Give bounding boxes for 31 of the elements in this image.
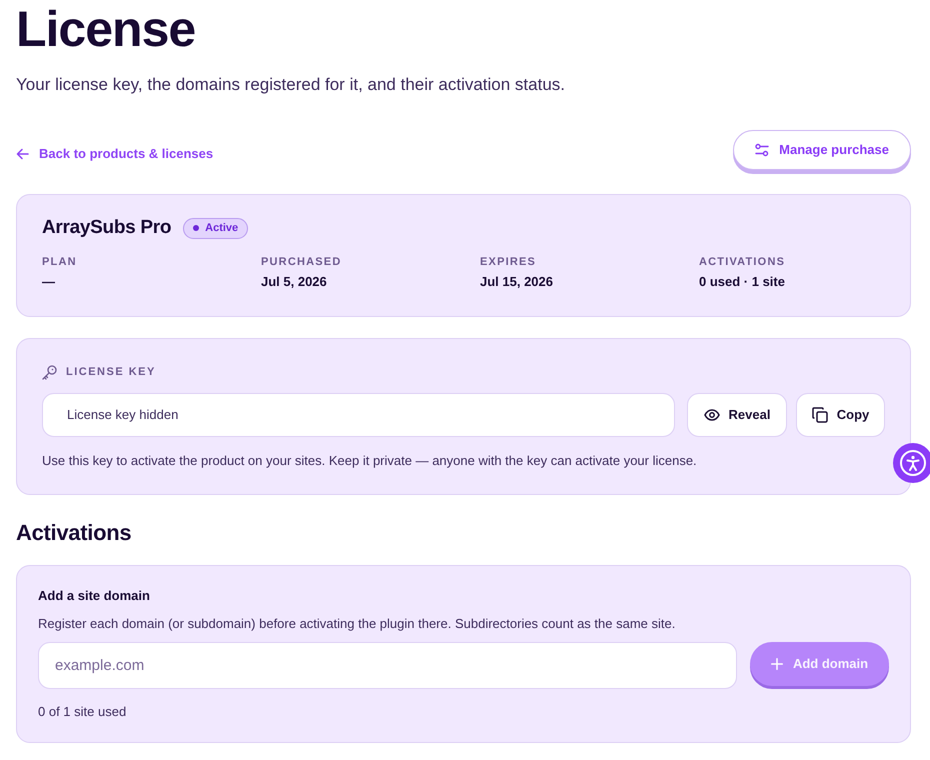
arrow-left-icon xyxy=(16,148,29,160)
reveal-button[interactable]: Reveal xyxy=(687,393,787,437)
key-icon xyxy=(42,364,57,380)
accessibility-person-icon xyxy=(899,449,927,477)
field-value: Jul 5, 2026 xyxy=(261,273,328,291)
add-domain-title: Add a site domain xyxy=(38,587,151,605)
field-label: ACTIVATIONS xyxy=(699,255,786,269)
page-title: License xyxy=(16,4,196,54)
status-dot-icon xyxy=(193,225,200,231)
license-key-note: Use this key to activate the product on your sites. Keep it private — anyone with the key can activate your license. xyxy=(42,452,698,470)
add-domain-hint: Register each domain (or subdomain) before activating the plugin there. Subdirectories count as the same site. xyxy=(38,615,676,633)
domain-input-field[interactable]: example.com xyxy=(38,642,737,689)
license-key-heading: LICENSE KEY xyxy=(66,365,156,380)
sliders-icon xyxy=(755,143,770,157)
product-name: ArraySubs Pro xyxy=(42,217,172,239)
page-subtitle: Your license key, the domains registered for it, and their activation status. xyxy=(16,74,566,96)
license-key-field[interactable]: License key hidden xyxy=(42,393,675,437)
field-value: 0 used · 1 site xyxy=(699,273,786,291)
section-heading: Activations xyxy=(16,519,132,547)
plus-icon xyxy=(770,658,783,670)
field-label: PURCHASED xyxy=(261,255,342,269)
status-badge: Active xyxy=(183,218,248,238)
field-label: EXPIRES xyxy=(480,255,538,269)
eye-icon xyxy=(704,407,720,423)
field-label: PLAN xyxy=(42,255,78,269)
field-value: Jul 15, 2026 xyxy=(480,273,554,291)
back-link[interactable]: Back to products & licenses xyxy=(16,146,214,162)
field-value: — xyxy=(42,273,56,291)
copy-icon xyxy=(812,407,828,423)
copy-button[interactable]: Copy xyxy=(796,393,885,437)
usage-text: 0 of 1 site used xyxy=(38,703,128,721)
